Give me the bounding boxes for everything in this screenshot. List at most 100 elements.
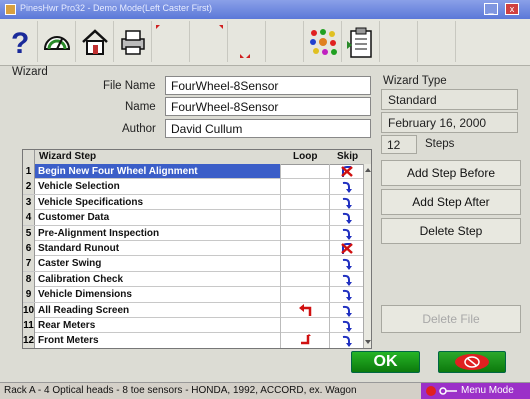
skip-cell[interactable] — [330, 318, 363, 333]
step-name[interactable]: Vehicle Dimensions — [35, 287, 280, 301]
loop-cell[interactable] — [280, 271, 330, 287]
wizard-type-value: Standard — [381, 89, 518, 110]
skip-cell[interactable] — [330, 195, 363, 210]
table-row[interactable]: 7 Caster Swing — [23, 256, 363, 272]
skip-cell[interactable] — [330, 303, 363, 318]
toolbar-slot-8[interactable] — [266, 21, 304, 62]
file-name-label: File Name — [103, 80, 156, 92]
name-label: Name — [125, 101, 156, 113]
author-label: Author — [122, 123, 156, 135]
wizard-date: February 16, 2000 — [381, 112, 518, 133]
row-number: 2 — [23, 179, 35, 195]
loop-cell[interactable] — [280, 287, 330, 303]
toolbar-slot-5[interactable] — [152, 21, 190, 62]
toolbar: ? — [0, 19, 530, 66]
step-name[interactable]: Customer Data — [35, 210, 280, 224]
add-step-after-button[interactable]: Add Step After — [381, 189, 521, 215]
toolbar-slot-12[interactable] — [418, 21, 456, 62]
svg-text:?: ? — [11, 27, 29, 57]
table-scrollbar[interactable] — [363, 164, 371, 348]
step-name[interactable]: Begin New Four Wheel Alignment — [35, 164, 280, 178]
table-row[interactable]: 3 Vehicle Specifications — [23, 194, 363, 211]
file-name-field[interactable]: FourWheel-8Sensor — [165, 76, 371, 95]
loop-cell[interactable] — [280, 302, 330, 318]
loop-cell[interactable] — [280, 194, 330, 210]
step-name[interactable]: All Reading Screen — [35, 303, 280, 317]
table-row[interactable]: 2 Vehicle Selection — [23, 179, 363, 195]
print-button[interactable] — [114, 21, 152, 62]
table-row[interactable]: 12 Front Meters — [23, 333, 363, 348]
skip-cell[interactable] — [330, 226, 363, 241]
row-number: 7 — [23, 256, 35, 272]
skip-cell[interactable] — [330, 241, 363, 256]
minimize-button[interactable]: _ — [484, 3, 498, 15]
skip-cell[interactable] — [330, 164, 363, 179]
loop-cell[interactable] — [280, 210, 330, 226]
toolbar-slot-7[interactable] — [228, 21, 266, 62]
table-row[interactable]: 10 All Reading Screen — [23, 302, 363, 318]
skip-cell[interactable] — [330, 256, 363, 271]
row-number: 9 — [23, 287, 35, 303]
step-name[interactable]: Vehicle Specifications — [35, 195, 280, 209]
table-row[interactable]: 4 Customer Data — [23, 210, 363, 226]
table-row[interactable]: 6 Standard Runout — [23, 241, 363, 257]
title-bar: PinesHwr Pro32 - Demo Mode(Left Caster F… — [0, 0, 530, 19]
name-field[interactable]: FourWheel-8Sensor — [165, 97, 371, 116]
loop-cell[interactable] — [280, 164, 330, 179]
status-text: Rack A - 4 Optical heads - 8 toe sensors… — [4, 385, 357, 396]
loop-cell[interactable] — [280, 318, 330, 333]
column-header-skip[interactable]: Skip — [337, 150, 358, 164]
step-name[interactable]: Caster Swing — [35, 256, 280, 270]
skip-arrow-icon — [342, 320, 352, 332]
step-name[interactable]: Rear Meters — [35, 318, 280, 332]
wizard-group-label: Wizard — [12, 66, 48, 78]
skip-arrow-icon — [342, 274, 352, 286]
skip-arrow-icon — [342, 305, 352, 317]
table-header: Wizard Step Loop Skip — [23, 150, 371, 165]
gauge-button[interactable] — [38, 21, 76, 62]
cancel-button[interactable] — [438, 351, 506, 373]
skip-cell[interactable] — [330, 333, 363, 348]
loop-cell[interactable] — [280, 241, 330, 256]
toolbar-slot-10[interactable] — [342, 21, 380, 62]
toolbar-slot-6[interactable] — [190, 21, 228, 62]
skip-cell[interactable] — [330, 210, 363, 225]
row-number: 5 — [23, 225, 35, 241]
column-header-loop[interactable]: Loop — [293, 150, 317, 164]
printer-icon — [121, 30, 145, 55]
toolbar-slot-11[interactable] — [380, 21, 418, 62]
step-name[interactable]: Front Meters — [35, 333, 280, 347]
ok-button[interactable]: OK — [351, 351, 420, 373]
table-row[interactable]: 11 Rear Meters — [23, 318, 363, 334]
scroll-down-icon — [365, 340, 371, 344]
table-row[interactable]: 8 Calibration Check — [23, 271, 363, 288]
row-number: 10 — [23, 302, 35, 318]
author-field[interactable]: David Cullum — [165, 119, 371, 138]
scroll-up-icon — [365, 168, 371, 172]
app-icon — [5, 4, 16, 15]
add-step-before-button[interactable]: Add Step Before — [381, 160, 521, 186]
skip-cell[interactable] — [330, 272, 363, 287]
home-button[interactable] — [76, 21, 114, 62]
loop-back-icon — [299, 303, 312, 316]
skip-cell[interactable] — [330, 179, 363, 194]
step-name[interactable]: Calibration Check — [35, 272, 280, 286]
skip-disabled-icon — [341, 243, 353, 254]
skip-cell[interactable] — [330, 287, 363, 302]
wizard-steps-table: Wizard Step Loop Skip 1 Begin New Four Wh… — [22, 149, 372, 349]
loop-cell[interactable] — [280, 179, 330, 195]
step-name[interactable]: Vehicle Selection — [35, 179, 280, 193]
delete-step-button[interactable]: Delete Step — [381, 218, 521, 244]
table-row[interactable]: 9 Vehicle Dimensions — [23, 287, 363, 303]
loop-cell[interactable] — [280, 225, 330, 241]
table-row[interactable]: 5 Pre-Alignment Inspection — [23, 225, 363, 241]
step-name[interactable]: Standard Runout — [35, 241, 280, 255]
loop-cell[interactable] — [280, 333, 330, 348]
column-header-step[interactable]: Wizard Step — [39, 150, 96, 164]
help-button[interactable]: ? — [0, 21, 38, 62]
loop-cell[interactable] — [280, 256, 330, 272]
close-window-button[interactable]: x — [505, 3, 519, 15]
table-row[interactable]: 1 Begin New Four Wheel Alignment — [23, 164, 363, 180]
step-name[interactable]: Pre-Alignment Inspection — [35, 226, 280, 240]
toolbar-slot-9[interactable] — [304, 21, 342, 62]
